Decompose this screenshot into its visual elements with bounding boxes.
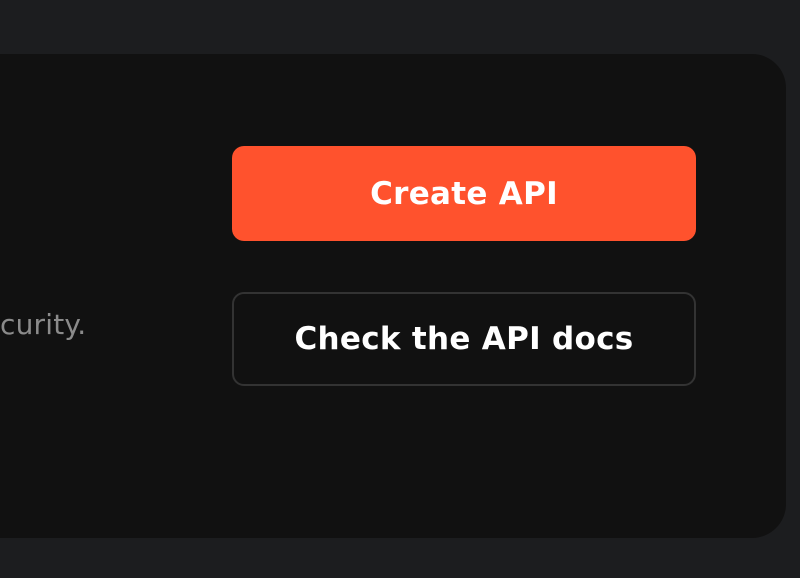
create-api-button-label: Create API [370, 175, 558, 212]
create-api-button[interactable]: Create API [232, 146, 696, 241]
check-api-docs-button-label: Check the API docs [294, 321, 634, 357]
card-description-text: curity. [0, 308, 87, 341]
check-api-docs-button[interactable]: Check the API docs [232, 292, 696, 386]
page: curity. Create API Check the API docs [0, 0, 800, 578]
